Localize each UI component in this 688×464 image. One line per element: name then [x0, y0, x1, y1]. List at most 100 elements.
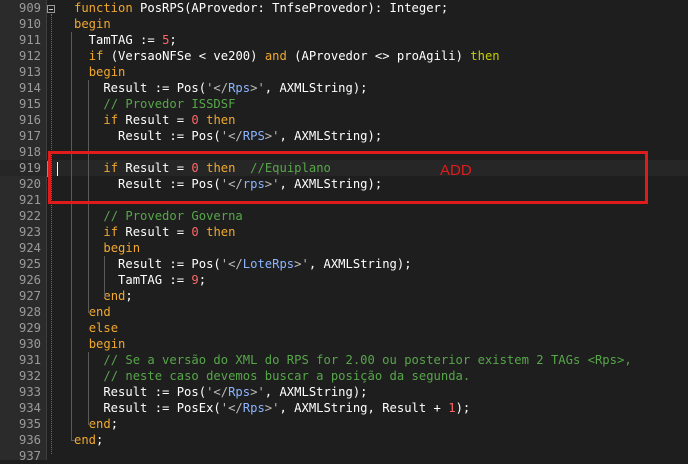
string-token: Rps — [228, 385, 251, 399]
string-token: '</ — [220, 257, 243, 271]
code-token: ); — [455, 401, 471, 415]
string-token: '</ — [206, 81, 229, 95]
line-number: 936 — [18, 433, 41, 447]
code-line[interactable]: 917 Result := Pos('</RPS>', AXMLString); — [0, 128, 688, 144]
keyword-token: begin — [88, 65, 126, 79]
code-line[interactable]: 910 begin — [0, 16, 688, 32]
code-line[interactable]: 932 // neste caso devemos buscar a posiç… — [0, 368, 688, 384]
code-text: if Result = 0 then — [74, 112, 235, 128]
line-number: 931 — [18, 353, 41, 367]
code-token: ; — [169, 33, 177, 47]
string-token: RPS — [242, 129, 265, 143]
code-token: PosRPS(AProvedor: TnfseProvedor): Intege… — [132, 1, 449, 15]
code-line[interactable]: 929 else — [0, 320, 688, 336]
string-token: LoteRps — [242, 257, 295, 271]
fold-region-line — [51, 14, 53, 454]
keyword-token: then — [206, 225, 236, 239]
code-token: (VersaoNFSe < ve200) — [103, 49, 265, 63]
code-line[interactable]: 912 if (VersaoNFSe < ve200) and (AProved… — [0, 48, 688, 64]
code-text: begin — [74, 64, 126, 80]
line-number: 916 — [18, 113, 41, 127]
code-line[interactable]: 930 begin — [0, 336, 688, 352]
code-token: , AXMLString, Result + — [279, 401, 449, 415]
line-number: 935 — [18, 417, 41, 431]
code-token: Result := PosEx( — [74, 401, 221, 415]
string-token: '</ — [206, 385, 229, 399]
comment-token: // neste caso devemos buscar a posição d… — [103, 369, 471, 383]
code-line[interactable]: 937 — [0, 448, 688, 464]
indent-guide-begin-block — [71, 32, 72, 440]
code-token: Result := Pos( — [74, 81, 207, 95]
code-text: if Result = 0 then — [74, 224, 235, 240]
comment-token: // Se a versão do XML do RPS for 2.00 ou… — [103, 353, 632, 367]
code-line[interactable]: 922 // Provedor Governa — [0, 208, 688, 224]
code-text: // neste caso devemos buscar a posição d… — [74, 368, 470, 384]
number-token: 1 — [448, 401, 456, 415]
line-number: 918 — [18, 145, 41, 159]
line-number: 928 — [18, 305, 41, 319]
code-text: else — [74, 320, 118, 336]
code-line[interactable]: 936 end; — [0, 432, 688, 448]
indent-guide-else-block-end — [88, 424, 92, 425]
minus-box-icon[interactable] — [47, 5, 55, 13]
keyword-token: begin — [103, 241, 141, 255]
line-number: 911 — [18, 33, 41, 47]
code-line[interactable]: 909 function PosRPS(AProvedor: TnfseProve… — [0, 0, 688, 16]
keyword-token: if — [103, 225, 119, 239]
line-number: 913 — [18, 65, 41, 79]
code-text: Result := PosEx('</Rps>', AXMLString, Re… — [74, 400, 470, 416]
code-line[interactable]: 911 TamTAG := 5; — [0, 32, 688, 48]
line-number: 934 — [18, 401, 41, 415]
code-line[interactable]: 931 // Se a versão do XML do RPS for 2.0… — [0, 352, 688, 368]
line-number: 910 — [18, 17, 41, 31]
line-number: 930 — [18, 337, 41, 351]
code-token: , AXMLString); — [264, 81, 368, 95]
keyword-token: if — [88, 49, 104, 63]
code-line[interactable]: 923 if Result = 0 then — [0, 224, 688, 240]
line-number: 926 — [18, 273, 41, 287]
code-line[interactable]: 935 end; — [0, 416, 688, 432]
code-token: ; — [96, 433, 104, 447]
code-line[interactable]: 924 begin — [0, 240, 688, 256]
string-token: >' — [250, 385, 265, 399]
line-number: 933 — [18, 385, 41, 399]
code-line[interactable]: 928 end — [0, 304, 688, 320]
code-line[interactable]: 913 begin — [0, 64, 688, 80]
code-line[interactable]: 916 if Result = 0 then — [0, 112, 688, 128]
code-text: end; — [74, 432, 103, 448]
line-number: 915 — [18, 97, 41, 111]
code-text: Result := Pos('</LoteRps>', AXMLString); — [74, 256, 412, 272]
line-number: 922 — [18, 209, 41, 223]
code-line[interactable]: 934 Result := PosEx('</Rps>', AXMLString… — [0, 400, 688, 416]
string-token: >' — [264, 129, 280, 143]
string-token: '</ — [220, 129, 243, 143]
number-token: 0 — [191, 225, 199, 239]
code-text: begin — [74, 240, 140, 256]
code-token: , AXMLString); — [264, 385, 368, 399]
line-number: 927 — [18, 289, 41, 303]
code-line[interactable]: 933 Result := Pos('</Rps>', AXMLString); — [0, 384, 688, 400]
line-number: 917 — [18, 129, 41, 143]
keyword-token: if — [103, 113, 119, 127]
code-line[interactable]: 915 // Provedor ISSDSF — [0, 96, 688, 112]
code-token: ; — [110, 417, 119, 431]
code-token: Result := Pos( — [74, 385, 207, 399]
code-line[interactable]: 914 Result := Pos('</Rps>', AXMLString); — [0, 80, 688, 96]
code-text: Result := Pos('</Rps>', AXMLString); — [74, 80, 368, 96]
string-token: >' — [264, 401, 280, 415]
comment-token: // Provedor Governa — [103, 209, 243, 223]
comment-token: // Provedor ISSDSF — [103, 97, 236, 111]
keyword-token: and — [264, 49, 287, 63]
string-token: >' — [250, 81, 265, 95]
line-number: 932 — [18, 369, 41, 383]
code-token: TamTAG := — [74, 33, 163, 47]
line-number: 937 — [18, 449, 41, 463]
indent-guide-begin-block-end — [71, 440, 75, 441]
string-token: Rps — [228, 81, 251, 95]
string-token: '</ — [220, 401, 243, 415]
